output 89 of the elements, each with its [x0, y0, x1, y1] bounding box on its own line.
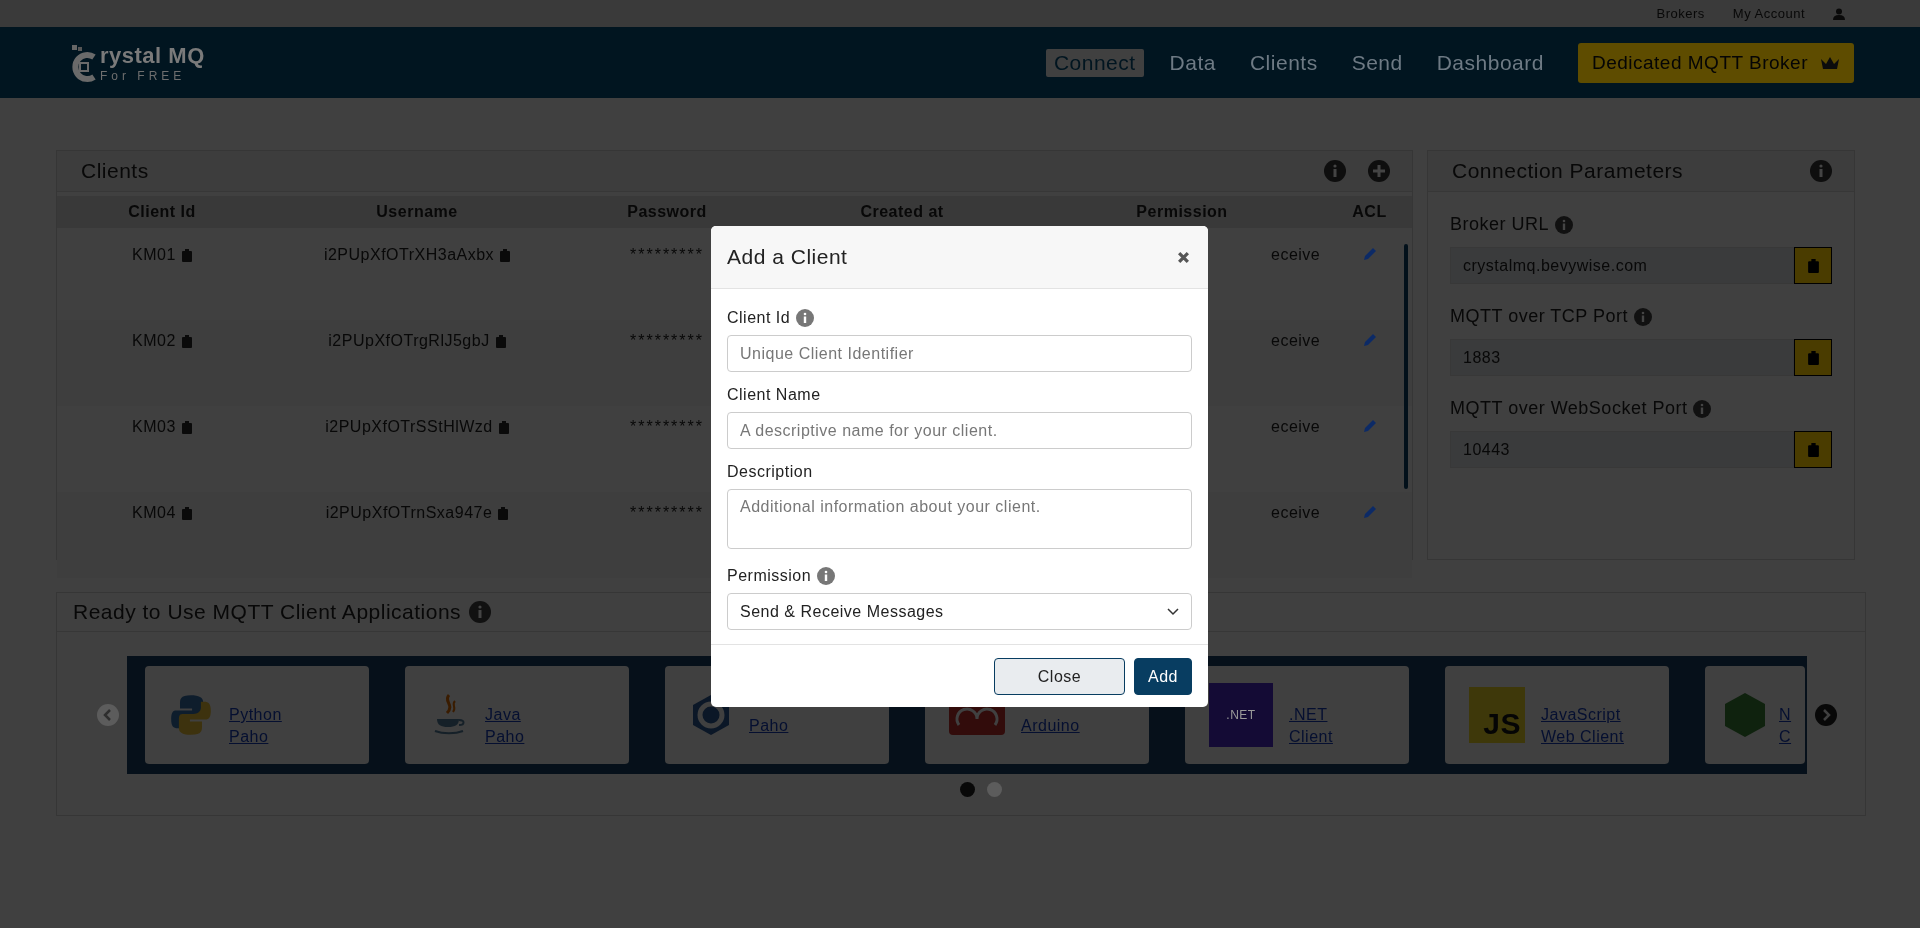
field-label: Description: [727, 463, 813, 481]
nav-tab[interactable]: Send: [1343, 48, 1411, 77]
pencil-icon[interactable]: [1361, 418, 1378, 434]
app-link[interactable]: N: [1779, 706, 1792, 724]
app-link[interactable]: Web Client: [1541, 728, 1624, 746]
info-icon[interactable]: [817, 567, 836, 585]
logo-subtext: For FREE: [100, 68, 187, 83]
clipboard-icon[interactable]: [181, 506, 192, 520]
dedicated-broker-button[interactable]: Dedicated MQTT Broker: [1577, 42, 1854, 83]
info-icon[interactable]: [1634, 307, 1653, 326]
dialog-title: Add a Client: [727, 245, 848, 269]
app-link[interactable]: Python: [229, 706, 282, 724]
clipboard-icon: [1807, 350, 1819, 365]
nav-tab[interactable]: Dashboard: [1428, 48, 1552, 77]
app-link[interactable]: Arduino: [1021, 717, 1080, 735]
input-field[interactable]: Unique Client Identifier: [727, 335, 1192, 372]
close-icon[interactable]: [1177, 250, 1190, 264]
javascript-logo-icon: JS: [1469, 687, 1525, 743]
info-icon[interactable]: [469, 601, 492, 623]
copy-button[interactable]: [1794, 247, 1832, 284]
app-card[interactable]: JS JavaScript Web Client: [1445, 666, 1669, 764]
panel-title: Ready to Use MQTT Client Applications: [73, 600, 462, 624]
pencil-icon[interactable]: [1361, 332, 1378, 348]
user-icon[interactable]: [1833, 7, 1845, 20]
add-icon[interactable]: [1368, 160, 1390, 182]
carousel-dot[interactable]: [960, 782, 975, 797]
textarea-field[interactable]: Additional information about your client.: [727, 489, 1192, 549]
clipboard-icon: [1807, 442, 1819, 457]
clipboard-icon[interactable]: [181, 334, 192, 348]
chevron-down-icon: [1167, 607, 1179, 616]
crown-icon: [1820, 55, 1840, 70]
app-link[interactable]: Java: [485, 706, 525, 724]
table-cell: i2PUpXfOTrXH3aAxbx: [323, 246, 495, 264]
pencil-icon[interactable]: [1361, 504, 1378, 520]
previous-icon[interactable]: [97, 704, 119, 726]
info-icon[interactable]: [1324, 160, 1346, 182]
app-card[interactable]: Java Paho: [405, 666, 629, 764]
field-label: MQTT over TCP Port: [1450, 306, 1629, 327]
python-icon: [169, 693, 213, 737]
table-cell: eceive: [1271, 418, 1321, 436]
app-link[interactable]: Paho: [749, 717, 789, 735]
info-icon[interactable]: [1693, 399, 1712, 418]
field-label: Client Id: [727, 309, 791, 327]
app-link[interactable]: Paho: [485, 728, 525, 746]
table-cell: eceive: [1271, 246, 1321, 264]
table-cell: i2PUpXfOTrSStHlWzd: [325, 418, 493, 436]
app-link[interactable]: Paho: [229, 728, 282, 746]
next-icon[interactable]: [1815, 704, 1837, 726]
app-link[interactable]: Client: [1289, 728, 1333, 746]
input-field[interactable]: A descriptive name for your client.: [727, 412, 1192, 449]
select-field[interactable]: Send & Receive Messages: [727, 593, 1192, 630]
table-cell: KM01: [132, 246, 176, 264]
copy-button[interactable]: [1794, 431, 1832, 468]
clipboard-icon[interactable]: [181, 248, 192, 262]
app-link[interactable]: .NET: [1289, 706, 1333, 724]
table-cell: *********: [629, 504, 704, 522]
add-button[interactable]: Add: [1134, 658, 1192, 695]
app-card[interactable]: .NET .NET Client: [1185, 666, 1409, 764]
table-cell: *********: [629, 418, 704, 436]
clipboard-icon[interactable]: [498, 506, 509, 520]
table-cell: *********: [629, 246, 704, 264]
info-icon[interactable]: [1810, 160, 1832, 182]
nav-tab[interactable]: Data: [1161, 48, 1224, 77]
pencil-icon[interactable]: [1361, 246, 1378, 262]
info-icon[interactable]: [1555, 215, 1574, 234]
dotnet-logo-icon: .NET: [1209, 683, 1273, 747]
clipboard-icon[interactable]: [181, 420, 192, 434]
app-card[interactable]: Python Paho: [145, 666, 369, 764]
clipboard-icon[interactable]: [498, 420, 509, 434]
field-label: Broker URL: [1450, 214, 1550, 235]
nav-tab[interactable]: Clients: [1241, 48, 1326, 77]
clipboard-icon: [1807, 258, 1819, 273]
clipboard-icon[interactable]: [495, 334, 506, 348]
field-label: MQTT over WebSocket Port: [1450, 398, 1688, 419]
nav-tab[interactable]: Connect: [1045, 48, 1144, 77]
field-label: Permission: [727, 567, 812, 585]
table-cell: KM03: [132, 418, 176, 436]
field-label: Client Name: [727, 386, 821, 404]
clipboard-icon[interactable]: [500, 248, 511, 262]
logo-text: rystal MQ: [100, 42, 205, 69]
table-cell: *********: [629, 332, 704, 350]
app-link[interactable]: JavaScript: [1541, 706, 1624, 724]
app-link[interactable]: C: [1779, 728, 1792, 746]
app-card[interactable]: N C: [1705, 666, 1805, 764]
close-button[interactable]: Close: [994, 658, 1125, 695]
hexagon-icon: [1723, 691, 1767, 739]
info-icon[interactable]: [796, 309, 815, 327]
carousel-dot[interactable]: [987, 782, 1002, 797]
copy-button[interactable]: [1794, 339, 1832, 376]
